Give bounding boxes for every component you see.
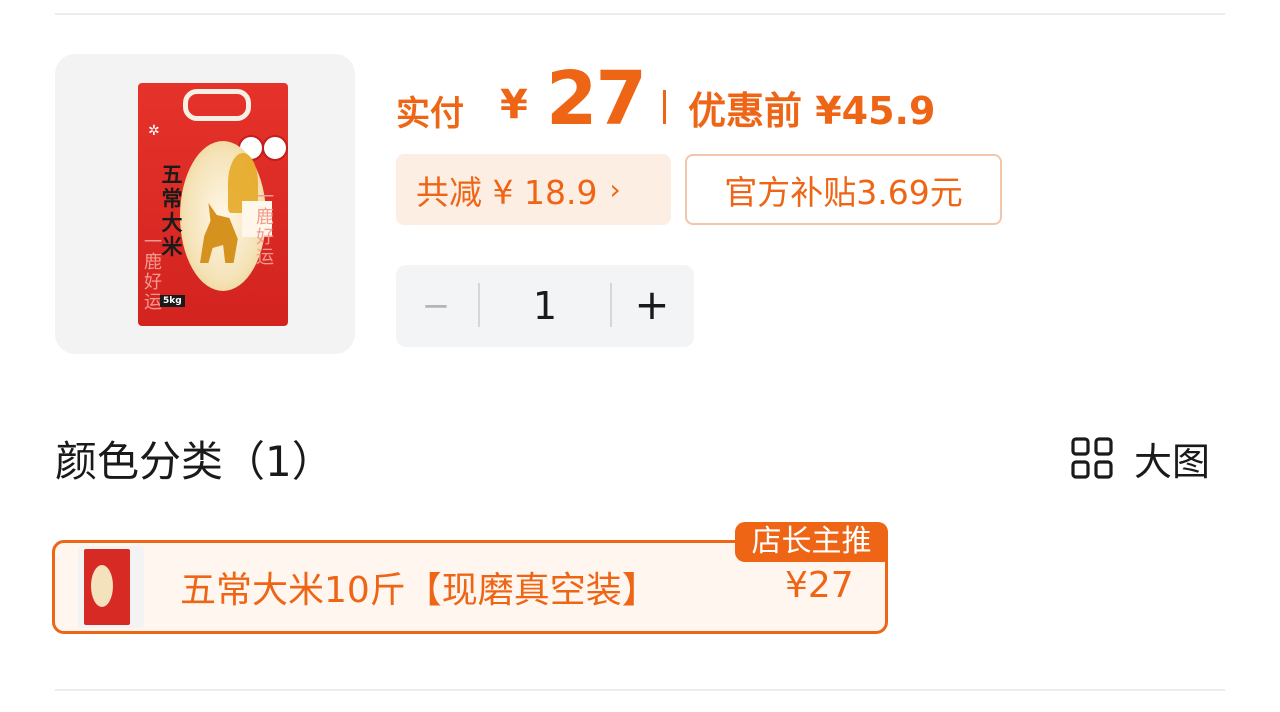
brand-logo-icon: ✲ xyxy=(148,123,160,139)
quantity-value[interactable]: 1 xyxy=(480,281,610,331)
subsidy-label: 官方补贴3.69元 xyxy=(724,172,963,212)
product-image[interactable]: ✲ 五常大米 一鹿好运 一鹿好运 5kg xyxy=(55,54,355,354)
weight-badge: 5kg xyxy=(160,295,185,307)
recommend-badge: 店长主推 xyxy=(735,522,888,562)
pay-currency: ¥ xyxy=(500,82,528,128)
big-view-label: 大图 xyxy=(1134,439,1211,484)
original-price: 优惠前 ¥45.9 xyxy=(688,89,936,133)
stepper-divider xyxy=(610,283,612,327)
decrease-button[interactable]: − xyxy=(414,281,458,331)
mini-bag-oval xyxy=(91,565,113,607)
section-title-variants: 颜色分类（1） xyxy=(55,437,334,486)
grid-icon xyxy=(1071,437,1113,479)
certification-badge-icon xyxy=(262,135,288,161)
price-separator xyxy=(663,90,666,124)
subsidy-chip: 官方补贴3.69元 xyxy=(685,154,1002,225)
quantity-stepper: − 1 + xyxy=(396,265,694,347)
pay-label: 实付 xyxy=(396,94,464,134)
big-view-toggle[interactable]: 大图 xyxy=(1070,433,1211,484)
variant-price: ¥27 xyxy=(785,565,854,606)
bottom-divider xyxy=(55,689,1225,691)
chevron-right-icon: › xyxy=(609,173,621,206)
rice-bag-illustration: ✲ 五常大米 一鹿好运 一鹿好运 5kg xyxy=(138,83,288,326)
variant-label: 五常大米10斤【现磨真空装】 xyxy=(180,570,658,611)
total-discount-chip[interactable]: 共减 ¥ 18.9 › xyxy=(396,154,671,225)
variant-thumbnail xyxy=(78,546,144,628)
top-divider xyxy=(55,13,1225,15)
increase-button[interactable]: + xyxy=(630,279,674,331)
bag-handle xyxy=(183,89,251,121)
bag-side-text: 一鹿好运 xyxy=(256,187,274,268)
pay-amount: 27 xyxy=(546,56,647,142)
total-discount-label: 共减 ¥ 18.9 xyxy=(416,172,598,212)
